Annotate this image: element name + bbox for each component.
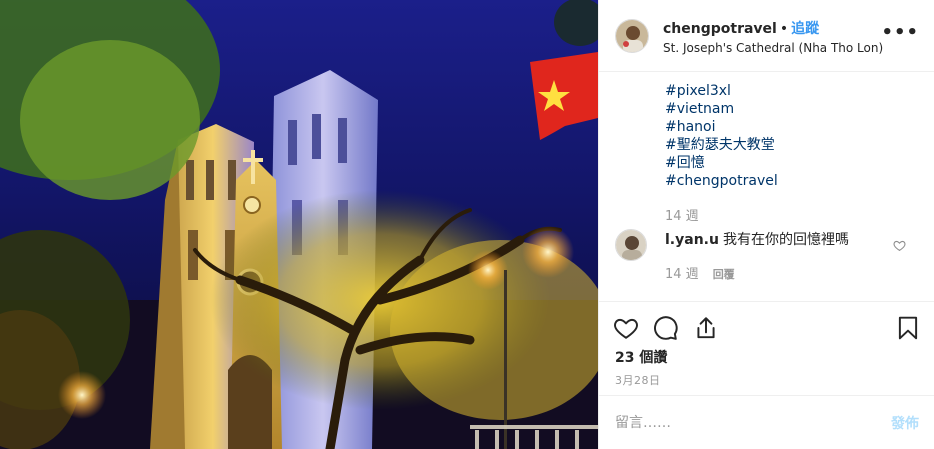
comment-timestamp[interactable]: 14 週 (665, 267, 699, 282)
hashtag-link[interactable]: #chengpotravel (665, 172, 778, 190)
post-header: chengpotravel • 追蹤 St. Joseph's Cathedral … (599, 0, 934, 72)
commenter-avatar[interactable] (615, 229, 647, 261)
header-separator: • (779, 21, 789, 37)
post-location[interactable]: St. Joseph's Cathedral (Nha Tho Lon) (663, 40, 883, 56)
post-actions: 23 個讚 3月28日 (599, 301, 934, 395)
add-comment-area: 發佈 (599, 395, 934, 449)
author-line: chengpotravel • 追蹤 (663, 20, 883, 38)
hashtag-link[interactable]: #vietnam (665, 100, 778, 118)
post-date[interactable]: 3月28日 (615, 372, 661, 388)
like-count[interactable]: 23 個讚 (615, 347, 667, 367)
hashtag-link[interactable]: #pixel3xl (665, 82, 778, 100)
follow-button[interactable]: 追蹤 (791, 21, 819, 37)
more-options-icon[interactable]: ••• (881, 22, 919, 43)
reply-button[interactable]: 回覆 (713, 268, 735, 281)
post-sidebar: chengpotravel • 追蹤 St. Joseph's Cathedral … (598, 0, 934, 449)
caption-timestamp[interactable]: 14 週 (665, 205, 699, 224)
comment-item: l.yan.u 我有在你的回憶裡嗎 (665, 231, 849, 249)
post-comment-button[interactable]: 發佈 (891, 413, 919, 433)
comment-username[interactable]: l.yan.u (665, 232, 719, 248)
hashtag-link[interactable]: #hanoi (665, 118, 778, 136)
hashtag-link[interactable]: #聖約瑟夫大教堂 (665, 136, 778, 154)
comments-section: #pixel3xl #vietnam #hanoi #聖約瑟夫大教堂 #回憶 #… (599, 72, 934, 301)
comment-text: 我有在你的回憶裡嗎 (722, 232, 849, 248)
author-username[interactable]: chengpotravel (663, 21, 777, 37)
post-caption: #pixel3xl #vietnam #hanoi #聖約瑟夫大教堂 #回憶 #… (665, 82, 778, 190)
post-photo[interactable] (0, 0, 598, 449)
cathedral-night-photo (0, 0, 598, 449)
comment-icon[interactable] (653, 315, 679, 341)
bookmark-icon[interactable] (895, 315, 921, 341)
hashtag-link[interactable]: #回憶 (665, 154, 778, 172)
author-avatar-image (616, 20, 648, 52)
post-dialog: chengpotravel • 追蹤 St. Joseph's Cathedral … (0, 0, 934, 449)
author-avatar[interactable] (615, 19, 649, 53)
heart-icon[interactable] (613, 315, 639, 341)
commenter-avatar-image (616, 230, 646, 260)
comment-heart-icon[interactable] (893, 237, 907, 252)
comment-input[interactable] (615, 410, 865, 436)
comment-meta: 14 週 回覆 (665, 263, 735, 282)
author-names: chengpotravel • 追蹤 St. Joseph's Cathedral … (663, 20, 883, 56)
share-icon[interactable] (693, 315, 719, 341)
